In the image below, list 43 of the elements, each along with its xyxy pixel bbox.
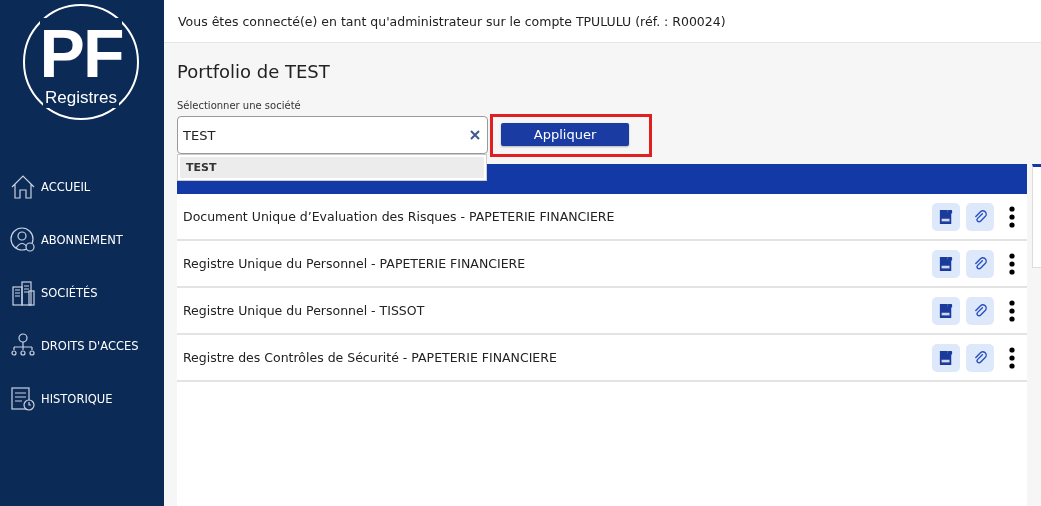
clear-icon[interactable]: [470, 130, 480, 140]
sidebar-item[interactable]: ACCUEIL: [0, 172, 164, 202]
paperclip-icon: [972, 209, 988, 224]
paperclip-icon: [972, 350, 988, 365]
sidebar-item[interactable]: DROITS D'ACCES: [0, 331, 164, 361]
register-name[interactable]: Document Unique d’Evaluation des Risques - PAPETERIE FINANCIERE: [183, 209, 926, 224]
pdf-button[interactable]: [932, 249, 960, 278]
register-name[interactable]: Registre Unique du Personnel - PAPETERIE FINANCIERE: [183, 256, 926, 271]
building-icon: [9, 279, 37, 307]
page-title: Portfolio de TEST: [177, 61, 331, 82]
pdf-button[interactable]: [932, 202, 960, 231]
dropdown-option[interactable]: TEST: [180, 157, 484, 178]
history-icon: [9, 385, 37, 413]
sidebar-item[interactable]: ABONNEMENT: [0, 225, 164, 255]
pdf-file-icon: [939, 349, 953, 366]
pdf-button[interactable]: [932, 343, 960, 372]
more-options-icon[interactable]: [1009, 205, 1015, 228]
pdf-file-icon: [939, 208, 953, 225]
company-select[interactable]: TEST: [177, 116, 488, 154]
home-icon: [9, 173, 37, 201]
paperclip-icon: [972, 256, 988, 271]
pdf-file-icon: [939, 302, 953, 319]
more-options-icon[interactable]: [1009, 346, 1015, 369]
more-options-icon[interactable]: [1009, 252, 1015, 275]
link-button[interactable]: [966, 202, 994, 231]
register-name[interactable]: Registre des Contrôles de Sécurité - PAPETERIE FINANCIERE: [183, 350, 926, 365]
user-icon: [9, 226, 37, 254]
paperclip-icon: [972, 303, 988, 318]
apply-button[interactable]: Appliquer: [501, 123, 629, 146]
sidebar-item[interactable]: SOCIÉTÉS: [0, 278, 164, 308]
link-button[interactable]: [966, 249, 994, 278]
link-button[interactable]: [966, 343, 994, 372]
link-button[interactable]: [966, 296, 994, 325]
logo-word: Registres: [43, 88, 119, 108]
pdf-file-icon: [939, 255, 953, 272]
field-label: Sélectionner une société: [177, 100, 302, 111]
login-notice: Vous êtes connecté(e) en tant qu'administrateur sur le compte TPULULU (réf. : R00024): [178, 13, 726, 29]
register-name[interactable]: Registre Unique du Personnel - TISSOT: [183, 303, 926, 318]
sidebar-item[interactable]: HISTORIQUE: [0, 384, 164, 414]
pdf-button[interactable]: [932, 296, 960, 325]
select-value: TEST: [183, 127, 216, 143]
more-options-icon[interactable]: [1009, 299, 1015, 322]
logo-ring-icon: [21, 2, 141, 122]
